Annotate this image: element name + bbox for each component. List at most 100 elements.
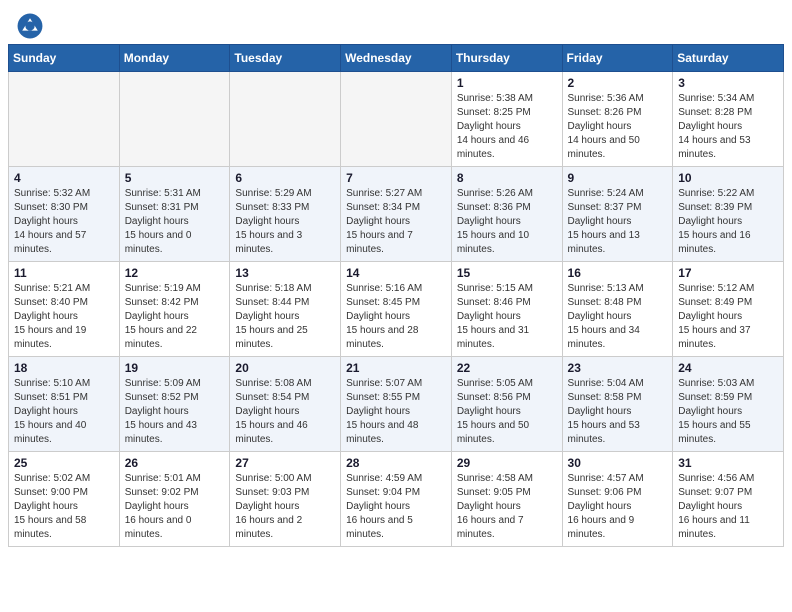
calendar-cell: 5 Sunrise: 5:31 AMSunset: 8:31 PMDaylight… xyxy=(119,167,230,262)
weekday-header-friday: Friday xyxy=(562,45,673,72)
week-row-5: 25 Sunrise: 5:02 AMSunset: 9:00 PMDayligh… xyxy=(9,452,784,547)
day-info: Sunrise: 5:26 AMSunset: 8:36 PMDaylight … xyxy=(457,187,557,257)
day-number: 4 xyxy=(14,171,114,185)
day-info: Sunrise: 4:57 AMSunset: 9:06 PMDaylight … xyxy=(568,472,668,542)
day-number: 18 xyxy=(14,361,114,375)
calendar-cell: 15Sunrise: 5:15 AMSunset: 8:46 PMDayligh… xyxy=(451,262,562,357)
weekday-header-sunday: Sunday xyxy=(9,45,120,72)
calendar-cell: 28 Sunrise: 4:59 AMSunset: 9:04 PMDayligh… xyxy=(341,452,452,547)
day-number: 16 xyxy=(568,266,668,280)
calendar-cell: 23 Sunrise: 5:04 AMSunset: 8:58 PMDayligh… xyxy=(562,357,673,452)
day-info: Sunrise: 5:36 AMSunset: 8:26 PMDaylight … xyxy=(568,92,668,162)
header xyxy=(0,0,792,44)
calendar-table: SundayMondayTuesdayWednesdayThursdayFrid… xyxy=(8,44,784,547)
calendar-cell: 25 Sunrise: 5:02 AMSunset: 9:00 PMDayligh… xyxy=(9,452,120,547)
weekday-header-thursday: Thursday xyxy=(451,45,562,72)
calendar-cell: 18 Sunrise: 5:10 AMSunset: 8:51 PMDayligh… xyxy=(9,357,120,452)
weekday-header-saturday: Saturday xyxy=(673,45,784,72)
page: SundayMondayTuesdayWednesdayThursdayFrid… xyxy=(0,0,792,555)
calendar-cell: 20 Sunrise: 5:08 AMSunset: 8:54 PMDayligh… xyxy=(230,357,341,452)
day-number: 25 xyxy=(14,456,114,470)
calendar-cell xyxy=(119,72,230,167)
day-info: Sunrise: 5:04 AMSunset: 8:58 PMDaylight … xyxy=(568,377,668,447)
weekday-header-row: SundayMondayTuesdayWednesdayThursdayFrid… xyxy=(9,45,784,72)
calendar-cell: 1 Sunrise: 5:38 AMSunset: 8:25 PMDaylight… xyxy=(451,72,562,167)
calendar-cell: 2 Sunrise: 5:36 AMSunset: 8:26 PMDaylight… xyxy=(562,72,673,167)
day-info: Sunrise: 4:59 AMSunset: 9:04 PMDaylight … xyxy=(346,472,446,542)
day-number: 10 xyxy=(678,171,778,185)
calendar-cell: 22 Sunrise: 5:05 AMSunset: 8:56 PMDayligh… xyxy=(451,357,562,452)
day-number: 7 xyxy=(346,171,446,185)
calendar-cell: 26 Sunrise: 5:01 AMSunset: 9:02 PMDayligh… xyxy=(119,452,230,547)
calendar-cell: 10 Sunrise: 5:22 AMSunset: 8:39 PMDayligh… xyxy=(673,167,784,262)
calendar-cell xyxy=(341,72,452,167)
day-number: 1 xyxy=(457,76,557,90)
day-number: 13 xyxy=(235,266,335,280)
calendar-cell: 31 Sunrise: 4:56 AMSunset: 9:07 PMDayligh… xyxy=(673,452,784,547)
day-info: Sunrise: 5:22 AMSunset: 8:39 PMDaylight … xyxy=(678,187,778,257)
calendar-cell: 21 Sunrise: 5:07 AMSunset: 8:55 PMDayligh… xyxy=(341,357,452,452)
day-info: Sunrise: 5:18 AMSunset: 8:44 PMDaylight … xyxy=(235,282,335,352)
calendar-cell: 13 Sunrise: 5:18 AMSunset: 8:44 PMDayligh… xyxy=(230,262,341,357)
calendar-cell: 27 Sunrise: 5:00 AMSunset: 9:03 PMDayligh… xyxy=(230,452,341,547)
day-info: Sunrise: 5:31 AMSunset: 8:31 PMDaylight … xyxy=(125,187,225,257)
calendar-cell: 11Sunrise: 5:21 AMSunset: 8:40 PMDayligh… xyxy=(9,262,120,357)
day-info: Sunrise: 5:29 AMSunset: 8:33 PMDaylight … xyxy=(235,187,335,257)
day-number: 20 xyxy=(235,361,335,375)
day-number: 22 xyxy=(457,361,557,375)
calendar-cell: 12 Sunrise: 5:19 AMSunset: 8:42 PMDayligh… xyxy=(119,262,230,357)
week-row-2: 4 Sunrise: 5:32 AMSunset: 8:30 PMDaylight… xyxy=(9,167,784,262)
day-number: 5 xyxy=(125,171,225,185)
day-number: 30 xyxy=(568,456,668,470)
day-number: 24 xyxy=(678,361,778,375)
calendar-cell: 3 Sunrise: 5:34 AMSunset: 8:28 PMDaylight… xyxy=(673,72,784,167)
day-info: Sunrise: 5:24 AMSunset: 8:37 PMDaylight … xyxy=(568,187,668,257)
day-number: 19 xyxy=(125,361,225,375)
calendar-wrapper: SundayMondayTuesdayWednesdayThursdayFrid… xyxy=(0,44,792,555)
day-number: 23 xyxy=(568,361,668,375)
calendar-cell: 30 Sunrise: 4:57 AMSunset: 9:06 PMDayligh… xyxy=(562,452,673,547)
weekday-header-wednesday: Wednesday xyxy=(341,45,452,72)
day-info: Sunrise: 4:56 AMSunset: 9:07 PMDaylight … xyxy=(678,472,778,542)
day-info: Sunrise: 5:38 AMSunset: 8:25 PMDaylight … xyxy=(457,92,557,162)
calendar-cell: 8 Sunrise: 5:26 AMSunset: 8:36 PMDaylight… xyxy=(451,167,562,262)
day-number: 21 xyxy=(346,361,446,375)
calendar-cell xyxy=(9,72,120,167)
weekday-header-monday: Monday xyxy=(119,45,230,72)
day-info: Sunrise: 5:34 AMSunset: 8:28 PMDaylight … xyxy=(678,92,778,162)
calendar-cell: 17 Sunrise: 5:12 AMSunset: 8:49 PMDayligh… xyxy=(673,262,784,357)
calendar-cell: 14Sunrise: 5:16 AMSunset: 8:45 PMDayligh… xyxy=(341,262,452,357)
day-number: 8 xyxy=(457,171,557,185)
day-info: Sunrise: 5:27 AMSunset: 8:34 PMDaylight … xyxy=(346,187,446,257)
calendar-cell: 16Sunrise: 5:13 AMSunset: 8:48 PMDayligh… xyxy=(562,262,673,357)
week-row-4: 18 Sunrise: 5:10 AMSunset: 8:51 PMDayligh… xyxy=(9,357,784,452)
logo xyxy=(16,12,48,40)
calendar-cell: 6Sunrise: 5:29 AMSunset: 8:33 PMDaylight… xyxy=(230,167,341,262)
calendar-cell xyxy=(230,72,341,167)
day-info: Sunrise: 5:05 AMSunset: 8:56 PMDaylight … xyxy=(457,377,557,447)
day-info: Sunrise: 5:08 AMSunset: 8:54 PMDaylight … xyxy=(235,377,335,447)
day-info: Sunrise: 5:12 AMSunset: 8:49 PMDaylight … xyxy=(678,282,778,352)
day-info: Sunrise: 5:02 AMSunset: 9:00 PMDaylight … xyxy=(14,472,114,542)
week-row-3: 11Sunrise: 5:21 AMSunset: 8:40 PMDayligh… xyxy=(9,262,784,357)
day-info: Sunrise: 4:58 AMSunset: 9:05 PMDaylight … xyxy=(457,472,557,542)
calendar-cell: 19 Sunrise: 5:09 AMSunset: 8:52 PMDayligh… xyxy=(119,357,230,452)
day-number: 17 xyxy=(678,266,778,280)
day-info: Sunrise: 5:09 AMSunset: 8:52 PMDaylight … xyxy=(125,377,225,447)
day-number: 15 xyxy=(457,266,557,280)
day-info: Sunrise: 5:07 AMSunset: 8:55 PMDaylight … xyxy=(346,377,446,447)
day-number: 28 xyxy=(346,456,446,470)
calendar-cell: 7 Sunrise: 5:27 AMSunset: 8:34 PMDaylight… xyxy=(341,167,452,262)
day-number: 2 xyxy=(568,76,668,90)
day-number: 3 xyxy=(678,76,778,90)
day-number: 27 xyxy=(235,456,335,470)
day-number: 26 xyxy=(125,456,225,470)
day-info: Sunrise: 5:19 AMSunset: 8:42 PMDaylight … xyxy=(125,282,225,352)
day-number: 11 xyxy=(14,266,114,280)
day-number: 12 xyxy=(125,266,225,280)
day-info: Sunrise: 5:00 AMSunset: 9:03 PMDaylight … xyxy=(235,472,335,542)
day-info: Sunrise: 5:32 AMSunset: 8:30 PMDaylight … xyxy=(14,187,114,257)
day-number: 31 xyxy=(678,456,778,470)
day-info: Sunrise: 5:10 AMSunset: 8:51 PMDaylight … xyxy=(14,377,114,447)
day-info: Sunrise: 5:01 AMSunset: 9:02 PMDaylight … xyxy=(125,472,225,542)
